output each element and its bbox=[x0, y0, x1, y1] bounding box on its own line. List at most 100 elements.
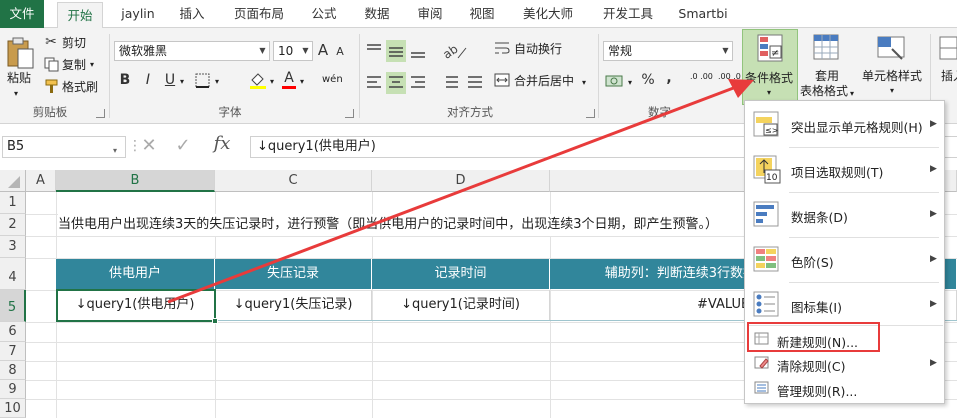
underline-dropdown[interactable]: ▾ bbox=[180, 74, 184, 90]
tab-review[interactable]: 审阅 bbox=[408, 0, 452, 28]
menu-item-manage-rules[interactable]: 管理规则(R)... bbox=[745, 377, 944, 399]
alignment-launcher-icon[interactable] bbox=[586, 109, 595, 118]
cell-b2-note[interactable]: 当供电用户出现连续3天的失压记录时，进行预警（即当供电用户的记录时间中，出现连续… bbox=[58, 214, 748, 236]
cut-button[interactable]: 剪切 bbox=[62, 35, 86, 51]
grow-font-button[interactable]: A bbox=[316, 42, 330, 58]
merge-center-button[interactable]: 合并后居中 bbox=[514, 73, 574, 89]
format-painter-icon[interactable] bbox=[44, 79, 59, 94]
underline-button[interactable]: U bbox=[164, 72, 176, 88]
phonetic-icon[interactable]: wén bbox=[322, 72, 343, 88]
font-name-combo[interactable]: 微软雅黑 ▼ bbox=[114, 41, 270, 61]
italic-button[interactable]: I bbox=[142, 72, 154, 88]
menu-item-color-scales[interactable]: 色阶(S) ▶ bbox=[745, 239, 944, 281]
increase-decimal-button[interactable]: .0 .00 bbox=[690, 72, 714, 81]
format-as-table-icon[interactable] bbox=[812, 33, 842, 63]
cell-styles-dropdown[interactable]: ▾ bbox=[890, 83, 894, 99]
scissors-icon[interactable]: ✂ bbox=[43, 34, 59, 50]
tab-developer[interactable]: 开发工具 bbox=[592, 0, 664, 28]
table-header-record-time[interactable]: 记录时间 bbox=[372, 259, 550, 289]
column-header-d[interactable]: D bbox=[372, 170, 550, 192]
wrap-text-button[interactable]: 自动换行 bbox=[514, 41, 562, 57]
row-header-6[interactable]: 6 bbox=[0, 322, 26, 342]
number-format-combo[interactable]: 常规 ▼ bbox=[603, 41, 733, 61]
cancel-icon[interactable]: ✕ bbox=[138, 137, 160, 155]
wrap-text-icon[interactable] bbox=[494, 40, 510, 56]
bold-button[interactable]: B bbox=[118, 72, 132, 88]
row-header-10[interactable]: 10 bbox=[0, 399, 26, 418]
column-header-a[interactable]: A bbox=[26, 170, 56, 192]
font-size-combo[interactable]: 10 ▼ bbox=[273, 41, 313, 61]
decrease-decimal-button[interactable]: .00 .0 bbox=[718, 72, 742, 81]
row-header-4[interactable]: 4 bbox=[0, 258, 26, 290]
copy-dropdown[interactable]: ▾ bbox=[90, 57, 94, 73]
comma-button[interactable]: , bbox=[664, 70, 674, 86]
font-launcher-icon[interactable] bbox=[345, 109, 354, 118]
merge-center-icon[interactable] bbox=[494, 72, 510, 88]
chevron-down-icon[interactable]: ▼ bbox=[299, 42, 312, 60]
menu-item-icon-sets[interactable]: 图标集(I) ▶ bbox=[745, 284, 944, 326]
menu-item-top-bottom-rules[interactable]: 10 项目选取规则(T) ▶ bbox=[745, 149, 944, 191]
row-header-7[interactable]: 7 bbox=[0, 342, 26, 361]
format-as-table-label[interactable]: 套用 bbox=[815, 68, 839, 84]
row-header-1[interactable]: 1 bbox=[0, 192, 26, 214]
cell-d5[interactable]: ↓query1(记录时间) bbox=[372, 290, 550, 320]
format-as-table-label-2[interactable]: 表格格式 bbox=[800, 83, 848, 99]
paste-dropdown[interactable]: ▾ bbox=[14, 86, 18, 102]
name-box-dropdown[interactable]: ▾ bbox=[113, 143, 117, 159]
row-header-3[interactable]: 3 bbox=[0, 236, 26, 258]
paste-icon[interactable] bbox=[6, 36, 36, 70]
merge-dropdown[interactable]: ▾ bbox=[582, 75, 586, 91]
horizontal-align-icons[interactable] bbox=[364, 72, 430, 94]
fill-color-dropdown[interactable]: ▾ bbox=[270, 74, 274, 90]
indent-icons[interactable] bbox=[438, 72, 488, 94]
vertical-align-icons[interactable] bbox=[364, 40, 430, 62]
tab-formulas[interactable]: 公式 bbox=[302, 0, 346, 28]
row-header-8[interactable]: 8 bbox=[0, 361, 26, 380]
currency-dropdown[interactable]: ▾ bbox=[628, 75, 632, 91]
insert-function-icon[interactable]: fx bbox=[208, 135, 236, 153]
cell-styles-button[interactable]: 单元格样式 bbox=[862, 68, 922, 84]
tab-smartbi[interactable]: Smartbi bbox=[672, 0, 734, 28]
insert-button[interactable]: 插入 bbox=[941, 68, 957, 84]
tab-jaylin[interactable]: jaylin bbox=[113, 0, 163, 28]
row-header-9[interactable]: 9 bbox=[0, 380, 26, 399]
font-color-icon[interactable]: A bbox=[282, 70, 296, 86]
fill-handle[interactable] bbox=[212, 318, 218, 324]
chevron-down-icon[interactable]: ▼ bbox=[256, 42, 269, 60]
format-painter-button[interactable]: 格式刷 bbox=[62, 79, 98, 95]
column-header-c[interactable]: C bbox=[215, 170, 372, 192]
menu-item-highlight-rules[interactable]: ≤> 突出显示单元格规则(H) ▶ bbox=[745, 104, 944, 146]
row-header-2[interactable]: 2 bbox=[0, 214, 26, 236]
conditional-formatting-button[interactable]: ≠ 条件格式 ▾ bbox=[742, 29, 798, 105]
name-box[interactable]: B5 bbox=[2, 136, 126, 158]
row-header-5[interactable]: 5 bbox=[0, 290, 26, 322]
percent-button[interactable]: % bbox=[640, 72, 656, 88]
currency-icon[interactable] bbox=[604, 72, 628, 92]
insert-cells-icon[interactable] bbox=[938, 33, 957, 63]
tab-home[interactable]: 开始 bbox=[57, 2, 103, 29]
paste-label[interactable]: 粘贴 bbox=[7, 70, 31, 86]
select-all-corner[interactable] bbox=[0, 170, 26, 192]
column-header-b[interactable]: B bbox=[56, 170, 215, 192]
tab-view[interactable]: 视图 bbox=[460, 0, 504, 28]
tab-beautify[interactable]: 美化大师 bbox=[512, 0, 584, 28]
table-header-user[interactable]: 供电用户 bbox=[56, 259, 215, 289]
menu-item-data-bars[interactable]: 数据条(D) ▶ bbox=[745, 194, 944, 236]
enter-icon[interactable]: ✓ bbox=[172, 137, 194, 155]
font-color-dropdown[interactable]: ▾ bbox=[300, 74, 304, 90]
clipboard-launcher-icon[interactable] bbox=[96, 109, 105, 118]
copy-button[interactable]: 复制 bbox=[62, 57, 86, 73]
cell-styles-icon[interactable] bbox=[876, 33, 908, 63]
table-header-voltage-loss[interactable]: 失压记录 bbox=[215, 259, 372, 289]
copy-icon[interactable] bbox=[44, 57, 59, 72]
tab-insert[interactable]: 插入 bbox=[170, 0, 214, 28]
menu-item-clear-rules[interactable]: 清除规则(C) ▶ bbox=[745, 352, 944, 374]
border-icon[interactable] bbox=[194, 72, 212, 90]
tab-data[interactable]: 数据 bbox=[355, 0, 399, 28]
cell-c5[interactable]: ↓query1(失压记录) bbox=[215, 290, 372, 320]
text-orientation-icon[interactable]: ab bbox=[440, 40, 470, 62]
fill-color-icon[interactable] bbox=[248, 70, 268, 90]
tab-file[interactable]: 文件 bbox=[0, 0, 44, 28]
tab-page-layout[interactable]: 页面布局 bbox=[224, 0, 294, 28]
border-dropdown[interactable]: ▾ bbox=[215, 74, 219, 90]
